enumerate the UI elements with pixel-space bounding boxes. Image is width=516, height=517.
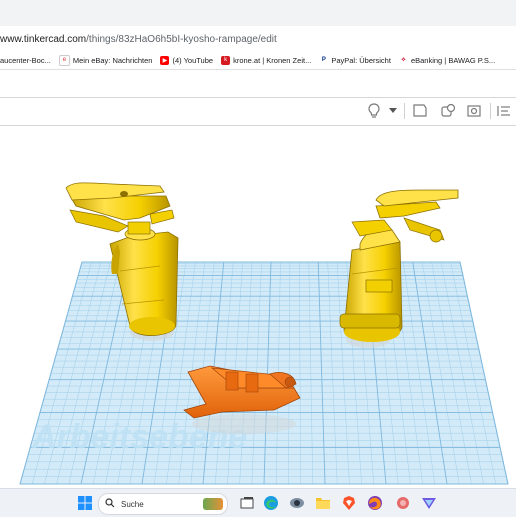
- youtube-icon: ▶: [160, 55, 170, 65]
- firefox-icon[interactable]: [366, 494, 384, 512]
- bookmark-label: (4) YouTube: [172, 55, 214, 65]
- bookmark-label: eBanking | BAWAG P.S...: [410, 55, 496, 65]
- copilot-icon[interactable]: [288, 494, 306, 512]
- krone-icon: k: [221, 55, 231, 65]
- edge-icon[interactable]: [262, 494, 280, 512]
- note-icon[interactable]: [410, 102, 430, 120]
- browser-tab-strip: [0, 0, 516, 26]
- taskbar: Suche: [0, 488, 516, 517]
- dropdown-arrow-icon[interactable]: [386, 102, 400, 120]
- windows-start-icon[interactable]: [76, 494, 94, 512]
- bookmark-label: aucenter-Boc...: [0, 55, 51, 65]
- bookmark-label: Mein eBay: Nachrichten: [72, 55, 153, 65]
- tinkercad-header: [0, 70, 516, 97]
- bookmark-label: PayPal: Übersicht: [331, 55, 391, 65]
- url-host: www.tinkercad.com: [0, 33, 87, 45]
- bookmark-label: krone.at | Kronen Zeit...: [233, 55, 312, 65]
- bookmark-krone[interactable]: k krone.at | Kronen Zeit...: [221, 55, 312, 65]
- search-media-icon: [203, 498, 223, 510]
- address-bar[interactable]: www.tinkercad.com/things/83zHaO6h5bI-kyo…: [0, 27, 516, 51]
- ebay-icon: e: [58, 54, 70, 66]
- search-icon: [105, 498, 115, 510]
- toolbar-divider: [490, 103, 491, 119]
- scene: Arbeitsebene: [19, 182, 509, 485]
- bookmarks-bar: aucenter-Boc... e Mein eBay: Nachrichten…: [0, 51, 516, 70]
- paypal-icon: P: [319, 55, 329, 65]
- 3d-viewport[interactable]: Arbeitsebene: [0, 126, 516, 488]
- group-icon[interactable]: [464, 102, 484, 120]
- bookmark-ebay[interactable]: e Mein eBay: Nachrichten: [58, 54, 153, 66]
- url-path: /things/83zHaO6h5bI-kyosho-rampage/edit: [86, 33, 277, 45]
- toolbar-divider: [404, 103, 405, 119]
- bookmark-youtube[interactable]: ▶ (4) YouTube: [160, 55, 214, 65]
- vpn-icon[interactable]: [420, 494, 438, 512]
- bookmark-paypal[interactable]: P PayPal: Übersicht: [319, 55, 391, 65]
- bookmark-bawag[interactable]: ⟡ eBanking | BAWAG P.S...: [398, 55, 496, 65]
- bookmark-bauhaus[interactable]: aucenter-Boc...: [0, 56, 51, 65]
- search-label: Suche: [121, 499, 144, 509]
- bawag-icon: ⟡: [398, 55, 408, 65]
- brave-icon[interactable]: [340, 494, 358, 512]
- app-icon[interactable]: [394, 494, 412, 512]
- align-icon[interactable]: [438, 102, 458, 120]
- lightbulb-icon[interactable]: [364, 102, 384, 120]
- editor-toolbar: [0, 97, 516, 126]
- mirror-icon[interactable]: [494, 102, 514, 120]
- file-explorer-icon[interactable]: [314, 494, 332, 512]
- taskbar-search[interactable]: Suche: [98, 493, 228, 515]
- task-view-icon[interactable]: [238, 494, 256, 512]
